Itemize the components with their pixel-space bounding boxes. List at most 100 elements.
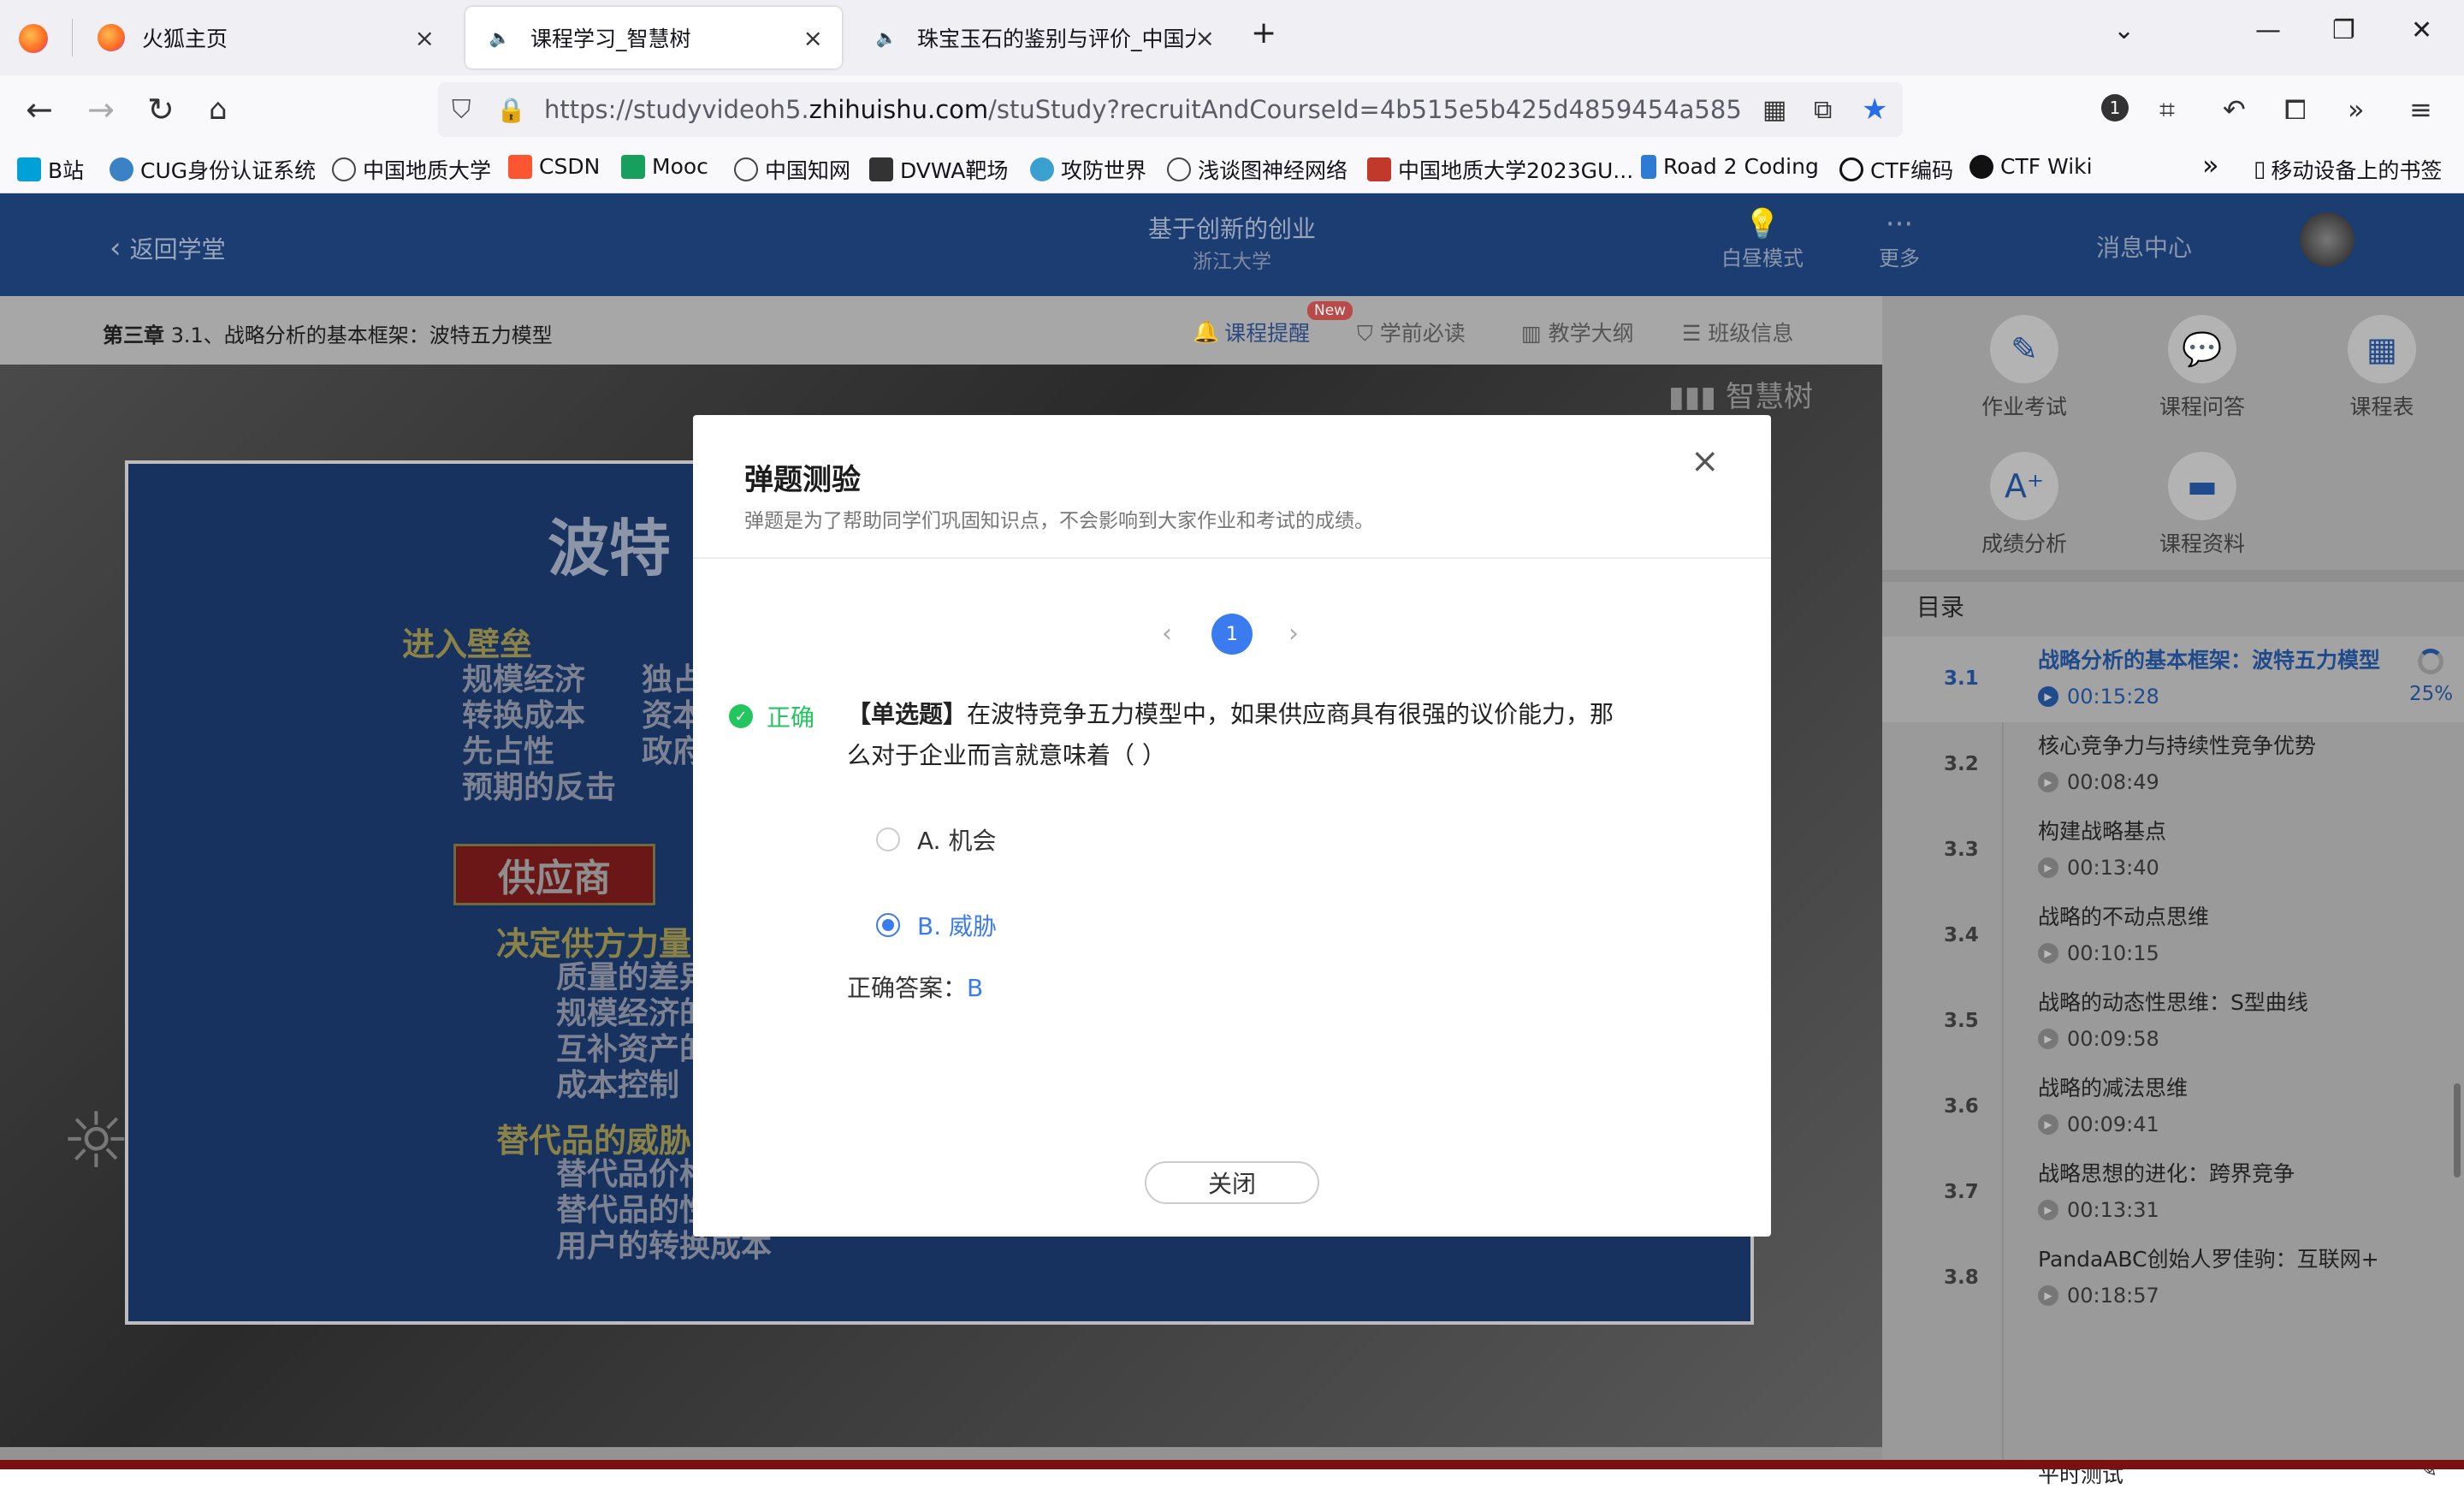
close-icon[interactable]: ×: [1691, 444, 1720, 478]
chevron-right-icon[interactable]: ›: [1288, 619, 1299, 649]
toc-item[interactable]: 3.6 战略的减法思维 ▶ 00:09:41: [1882, 1065, 2464, 1150]
day-mode-label: 白昼模式: [1721, 246, 1804, 270]
bookmark-cug[interactable]: 中国地质大学: [332, 154, 491, 185]
page-number[interactable]: 1: [1211, 614, 1253, 655]
tool-course-qa[interactable]: 💬 课程问答: [2108, 315, 2296, 421]
mobile-bookmarks[interactable]: ▯ 移动设备上的书签: [2254, 154, 2442, 185]
bookmarks-overflow-icon[interactable]: »: [2202, 149, 2219, 181]
question-pager: ‹ 1 ›: [693, 614, 1771, 655]
bookmark-csdn[interactable]: CSDN: [508, 154, 600, 179]
toc-item[interactable]: 3.4 战略的不动点思维 ▶ 00:10:15: [1882, 893, 2464, 979]
screenshot-crop-icon[interactable]: ⌗: [2159, 91, 2175, 128]
close-button[interactable]: 关闭: [1145, 1161, 1319, 1204]
tool-timetable[interactable]: ▦ 课程表: [2288, 315, 2464, 421]
qr-code-icon[interactable]: ▦: [1762, 95, 1786, 125]
extension-badge[interactable]: 1: [2101, 94, 2129, 122]
answer-value: B: [967, 974, 984, 1002]
bookmark-cnki[interactable]: 中国知网: [734, 154, 850, 185]
lesson-duration: 00:13:40: [2067, 856, 2159, 880]
chevron-left-icon[interactable]: ‹: [1162, 619, 1172, 649]
overflow-chevrons-icon[interactable]: »: [2348, 91, 2365, 128]
toc-item[interactable]: 3.7 战略思想的进化：跨界竞争 ▶ 00:13:31: [1882, 1150, 2464, 1236]
slide-line: 预期的反击: [462, 770, 617, 805]
tab-firefox-home[interactable]: 火狐主页 ×: [77, 7, 453, 68]
url-bar[interactable]: ⛉ 🔒 https://studyvideoh5.zhihuishu.com/s…: [438, 82, 1903, 137]
play-circle-icon: ▶: [2038, 1200, 2058, 1220]
option-b[interactable]: B. 威胁: [876, 908, 997, 942]
tab-close-icon[interactable]: ×: [1194, 23, 1215, 52]
bookmark-road2coding[interactable]: Road 2 Coding: [1641, 154, 1819, 179]
firefox-view-icon[interactable]: [19, 24, 48, 53]
bookmark-cug-2023[interactable]: 中国地质大学2023GU...: [1367, 154, 1633, 185]
bookmark-dvwa[interactable]: DVWA靶场: [869, 154, 1008, 185]
back-to-school-link[interactable]: ‹ 返回学堂: [110, 231, 226, 265]
option-a[interactable]: A. 机会: [876, 822, 996, 857]
tool-course-materials[interactable]: ▬ 课程资料: [2108, 452, 2296, 558]
bookmark-bilibili[interactable]: B站: [17, 154, 84, 185]
bookmark-adworld[interactable]: 攻防世界: [1030, 154, 1146, 185]
firefox-icon: [98, 24, 125, 51]
bookmark-mooc[interactable]: Mooc: [621, 154, 708, 179]
shield-icon[interactable]: ⛉: [452, 95, 471, 125]
slide-heading-barriers: 进入壁垒: [402, 626, 533, 663]
toc-item[interactable]: 3.3 构建战略基点 ▶ 00:13:40: [1882, 808, 2464, 893]
undo-arrow-icon[interactable]: ↶: [2223, 91, 2246, 128]
more-button[interactable]: ··· 更多: [1865, 207, 1934, 271]
play-circle-icon: ▶: [2038, 1029, 2058, 1049]
avatar[interactable]: [2300, 212, 2354, 267]
restore-button[interactable]: ❐: [2332, 15, 2355, 45]
toc-item[interactable]: 3.8 PandaABC创始人罗佳驹：互联网+... ▶ 00:18:57: [1882, 1236, 2464, 1321]
lesson-duration: 00:08:49: [2067, 770, 2159, 794]
option-label: A. 机会: [917, 827, 997, 855]
hamburger-menu-icon[interactable]: ≡: [2409, 91, 2432, 128]
play-circle-icon: ▶: [2038, 1285, 2058, 1306]
tab-close-icon[interactable]: ×: [415, 24, 435, 52]
tool-grade-analysis[interactable]: A⁺ 成绩分析: [1930, 452, 2118, 558]
bookmark-cug-auth[interactable]: CUG身份认证系统: [110, 154, 316, 185]
lock-icon[interactable]: 🔒: [496, 96, 526, 124]
tab-jewelry-course[interactable]: 🔈 珠宝玉石的鉴别与评价_中国大学 ×: [852, 7, 1220, 68]
bell-icon: 🔔: [1193, 319, 1220, 344]
slide-supplier-list: 质量的差异 规模经济的 互补资产的 成本控制: [556, 960, 710, 1104]
tab-class-info[interactable]: ☰ 班级信息: [1682, 317, 1793, 347]
tool-homework[interactable]: ✎ 作业考试: [1930, 315, 2118, 421]
lesson-title: 战略的动态性思维：S型曲线: [2038, 990, 2308, 1015]
tab-close-icon[interactable]: ×: [803, 24, 823, 52]
radio-button[interactable]: [876, 913, 900, 937]
lesson-number: 3.3: [1944, 839, 1979, 861]
lesson-title: 构建战略基点: [2038, 819, 2167, 844]
toc-item[interactable]: 3.2 核心竞争力与持续性竞争优势 ▶ 00:08:49: [1882, 722, 2464, 808]
minimize-button[interactable]: —: [2255, 15, 2281, 45]
scrollbar-thumb[interactable]: [2454, 1083, 2461, 1178]
day-mode-button[interactable]: 💡 白昼模式: [1720, 207, 1805, 271]
tool-label: 课程资料: [2159, 531, 2245, 556]
extensions-puzzle-icon[interactable]: ⧠: [2284, 91, 2307, 128]
url-text[interactable]: https://studyvideoh5.zhihuishu.com/stuSt…: [544, 95, 1742, 124]
globe-icon: [332, 157, 356, 181]
home-icon[interactable]: ⌂: [209, 91, 228, 128]
toc-item[interactable]: 3.1 战略分析的基本框架：波特五力模型 ▶ 00:15:28 25%: [1882, 637, 2464, 722]
radio-button[interactable]: [876, 828, 900, 851]
tab-pre-reading[interactable]: ⛉ 学前必读: [1357, 317, 1466, 347]
back-arrow-icon[interactable]: ←: [26, 91, 53, 128]
bookmark-ctf-encode[interactable]: CTF编码: [1839, 154, 1953, 185]
toc-item[interactable]: 3.5 战略的动态性思维：S型曲线 ▶ 00:09:58: [1882, 979, 2464, 1065]
slide-barrier-list: 规模经济 转换成本 先占性 预期的反击: [462, 662, 616, 806]
tab-syllabus[interactable]: ▥ 教学大纲: [1521, 317, 1634, 347]
bookmark-gnn[interactable]: 浅谈图神经网络: [1167, 154, 1348, 185]
list-tabs-chevron-icon[interactable]: ⌄: [2113, 15, 2135, 45]
reload-icon[interactable]: ↻: [147, 91, 175, 128]
message-center-link[interactable]: 消息中心: [2096, 229, 2192, 264]
tab-course-study[interactable]: 🔈 课程学习_智慧树 ×: [465, 7, 842, 68]
picture-in-picture-icon[interactable]: ⧉: [1814, 95, 1832, 125]
close-window-button[interactable]: ✕: [2411, 15, 2432, 45]
lightbulb-icon: 💡: [1744, 207, 1781, 241]
bookmark-star-icon[interactable]: ★: [1862, 92, 1887, 127]
list-icon: ☰: [1682, 321, 1709, 346]
tab-course-reminder[interactable]: 🔔 课程提醒: [1193, 317, 1310, 347]
tool-label: 课程问答: [2159, 394, 2245, 419]
forward-arrow-icon[interactable]: →: [87, 91, 115, 128]
bookmark-ctf-wiki[interactable]: CTF Wiki: [1969, 154, 2093, 179]
new-tab-button[interactable]: +: [1251, 15, 1276, 50]
bookmark-label: CUG身份认证系统: [140, 158, 317, 183]
